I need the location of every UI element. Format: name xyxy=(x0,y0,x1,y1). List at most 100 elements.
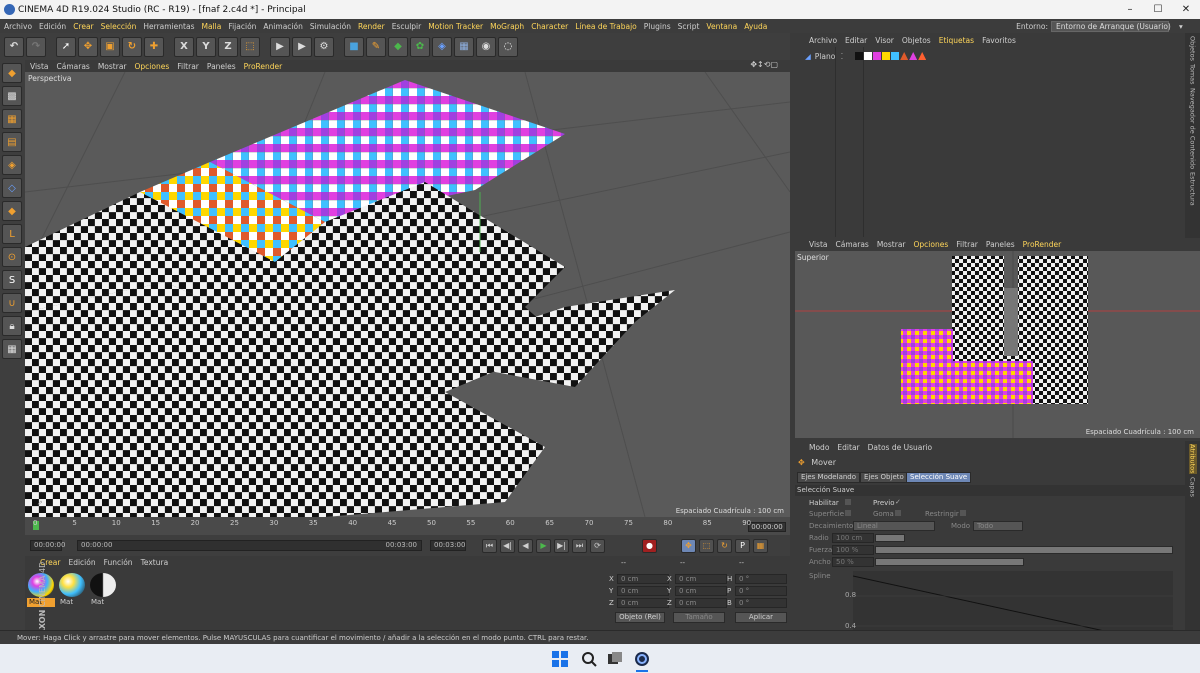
material-tag-icon[interactable] xyxy=(864,52,873,60)
side-tab-tomas[interactable]: Tomas xyxy=(1189,64,1197,85)
radio-slider[interactable] xyxy=(875,534,905,542)
polygons-mode-button[interactable]: ◆ xyxy=(2,201,22,221)
object-manager-menu-favoritos[interactable]: Favoritos xyxy=(982,36,1016,45)
restringir-checkbox[interactable] xyxy=(960,510,966,516)
tab-seleccion-suave[interactable]: Selección Suave xyxy=(906,472,972,483)
end-time-field[interactable]: 00:03:00 xyxy=(430,540,466,551)
move-button[interactable]: ✥ xyxy=(78,36,98,57)
menu-simulacion[interactable]: Simulación xyxy=(310,22,351,31)
maximize-button[interactable]: ☐ xyxy=(1144,0,1172,19)
undo-button[interactable]: ↶ xyxy=(4,36,24,57)
decaimiento-dropdown[interactable]: Lineal xyxy=(853,521,935,531)
coord-value-field[interactable]: 0 ° xyxy=(735,598,787,608)
tweak-mode-button[interactable]: ⊙ xyxy=(2,247,22,267)
coord-system-button[interactable]: ⬚ xyxy=(240,36,260,57)
viewport-menu-paneles[interactable]: Paneles xyxy=(207,62,236,71)
key-position-button[interactable]: ✥ xyxy=(681,539,696,553)
render-settings-button[interactable]: ⚙ xyxy=(314,36,334,57)
menu-script[interactable]: Script xyxy=(678,22,700,31)
last-tool-button[interactable]: ✚ xyxy=(144,36,164,57)
attribute-menu-datos-de-usuario[interactable]: Datos de Usuario xyxy=(868,443,932,452)
y-axis-button[interactable]: Y xyxy=(196,36,216,57)
menu-ventana[interactable]: Ventana xyxy=(706,22,737,31)
minimize-button[interactable]: – xyxy=(1116,0,1144,19)
tab-ejes-objeto[interactable]: Ejes Objeto xyxy=(860,472,908,483)
material-swatch[interactable]: Mat xyxy=(58,572,86,608)
menu-mograph[interactable]: MoGraph xyxy=(490,22,524,31)
menu-character[interactable]: Character xyxy=(531,22,568,31)
material-tag-icon[interactable] xyxy=(909,52,918,60)
viewport-menu-prorender[interactable]: ProRender xyxy=(244,62,283,71)
grid-button[interactable]: ▦ xyxy=(2,339,22,359)
tab-ejes-modelando[interactable]: Ejes Modelando xyxy=(797,472,861,483)
object-manager-menu-objetos[interactable]: Objetos xyxy=(902,36,931,45)
go-to-start-button[interactable]: ⏮ xyxy=(482,539,497,553)
rotate-button[interactable]: ↻ xyxy=(122,36,142,57)
attribute-menu-modo[interactable]: Modo xyxy=(809,443,829,452)
pen-button[interactable]: ✎ xyxy=(366,36,386,57)
superficie-checkbox[interactable] xyxy=(845,510,851,516)
material-tag-icon[interactable] xyxy=(918,52,927,60)
menu-ayuda[interactable]: Ayuda xyxy=(744,22,767,31)
camera-button[interactable]: ◉ xyxy=(476,36,496,57)
windows-start-icon[interactable] xyxy=(551,650,569,668)
lock-button[interactable]: 🔒︎ xyxy=(2,316,22,336)
workplane-mode-button[interactable]: ▤ xyxy=(2,132,22,152)
record-button[interactable]: ● xyxy=(642,539,657,553)
menu-linea-de-trabajo[interactable]: Línea de Trabajo xyxy=(575,22,637,31)
menu-seleccion[interactable]: Selección xyxy=(101,22,137,31)
cube-button[interactable]: ■ xyxy=(344,36,364,57)
render-view-button[interactable]: ▶ xyxy=(270,36,290,57)
previo-checkbox[interactable]: ✓ xyxy=(895,498,901,506)
render-picture-viewer-button[interactable]: ▶ xyxy=(292,36,312,57)
key-param-button[interactable]: P xyxy=(735,539,750,553)
perspective-viewport[interactable]: Perspectiva Espaciado Cuadrícula : 100 c… xyxy=(25,72,790,517)
material-menu-textura[interactable]: Textura xyxy=(141,558,169,567)
modo-dropdown[interactable]: Todo xyxy=(973,521,1023,531)
side-tab-estructura[interactable]: Estructura xyxy=(1189,172,1197,206)
fuerza-field[interactable]: 100 % xyxy=(832,545,874,555)
fuerza-slider[interactable] xyxy=(875,546,1173,554)
task-view-icon[interactable] xyxy=(606,650,624,668)
material-tag-icon[interactable] xyxy=(891,52,900,60)
material-tag-icon[interactable] xyxy=(873,52,882,60)
live-select-button[interactable]: ➚ xyxy=(56,36,76,57)
menu-crear[interactable]: Crear xyxy=(73,22,93,31)
menu-fijacion[interactable]: Fijación xyxy=(228,22,256,31)
side-tab-objetos[interactable]: Objetos xyxy=(1189,36,1197,61)
habilitar-checkbox[interactable] xyxy=(845,499,851,505)
spline-graph[interactable]: 0.8 0.4 xyxy=(845,571,1174,647)
floor-button[interactable]: ▦ xyxy=(454,36,474,57)
timeline-ruler[interactable]: 00:00:00 0 5 10 15 20 25 30 35 40 45 50 55 60 65 70 75 8… xyxy=(25,517,790,535)
top-viewport[interactable]: Superior Espaciado Cuadrícula : 100 cm xyxy=(795,251,1200,438)
coord-value-field[interactable]: 0 cm xyxy=(675,586,727,596)
layout-dropdown[interactable]: Entorno de Arranque (Usuario) xyxy=(1051,20,1171,32)
subdivision-button[interactable]: ◆ xyxy=(388,36,408,57)
menu-render[interactable]: Render xyxy=(358,22,385,31)
edges-mode-button[interactable]: ◇ xyxy=(2,178,22,198)
menu-plugins[interactable]: Plugins xyxy=(644,22,671,31)
coord-value-field[interactable]: 0 cm xyxy=(675,574,727,584)
apply-button[interactable]: Aplicar xyxy=(735,612,787,623)
key-rotation-button[interactable]: ↻ xyxy=(717,539,732,553)
timeline-end-frame[interactable]: 00:00:00 xyxy=(748,522,786,532)
time-range-slider[interactable]: 00:00:00 00:03:00 xyxy=(77,540,422,551)
goma-checkbox[interactable] xyxy=(895,510,901,516)
material-tag-icon[interactable] xyxy=(882,52,891,60)
make-editable-button[interactable]: ◆ xyxy=(2,63,22,83)
radio-field[interactable]: 100 cm xyxy=(832,533,874,543)
top-view-menu-vista[interactable]: Vista xyxy=(809,240,828,249)
deformer-button[interactable]: ◈ xyxy=(432,36,452,57)
menu-edicion[interactable]: Edición xyxy=(39,22,66,31)
key-pla-button[interactable]: ▦ xyxy=(753,539,768,553)
play-button[interactable]: ▶ xyxy=(536,539,551,553)
close-button[interactable]: ✕ xyxy=(1172,0,1200,19)
menu-esculpir[interactable]: Esculpir xyxy=(392,22,422,31)
menu-archivo[interactable]: Archivo xyxy=(4,22,32,31)
x-axis-button[interactable]: X xyxy=(174,36,194,57)
next-frame-button[interactable]: ▶| xyxy=(554,539,569,553)
go-to-end-button[interactable]: ⏭ xyxy=(572,539,587,553)
side-tab-atributos[interactable]: Atributos xyxy=(1188,444,1197,474)
coord-value-field[interactable]: 0 cm xyxy=(617,598,669,608)
texture-mode-button[interactable]: ▦ xyxy=(2,109,22,129)
